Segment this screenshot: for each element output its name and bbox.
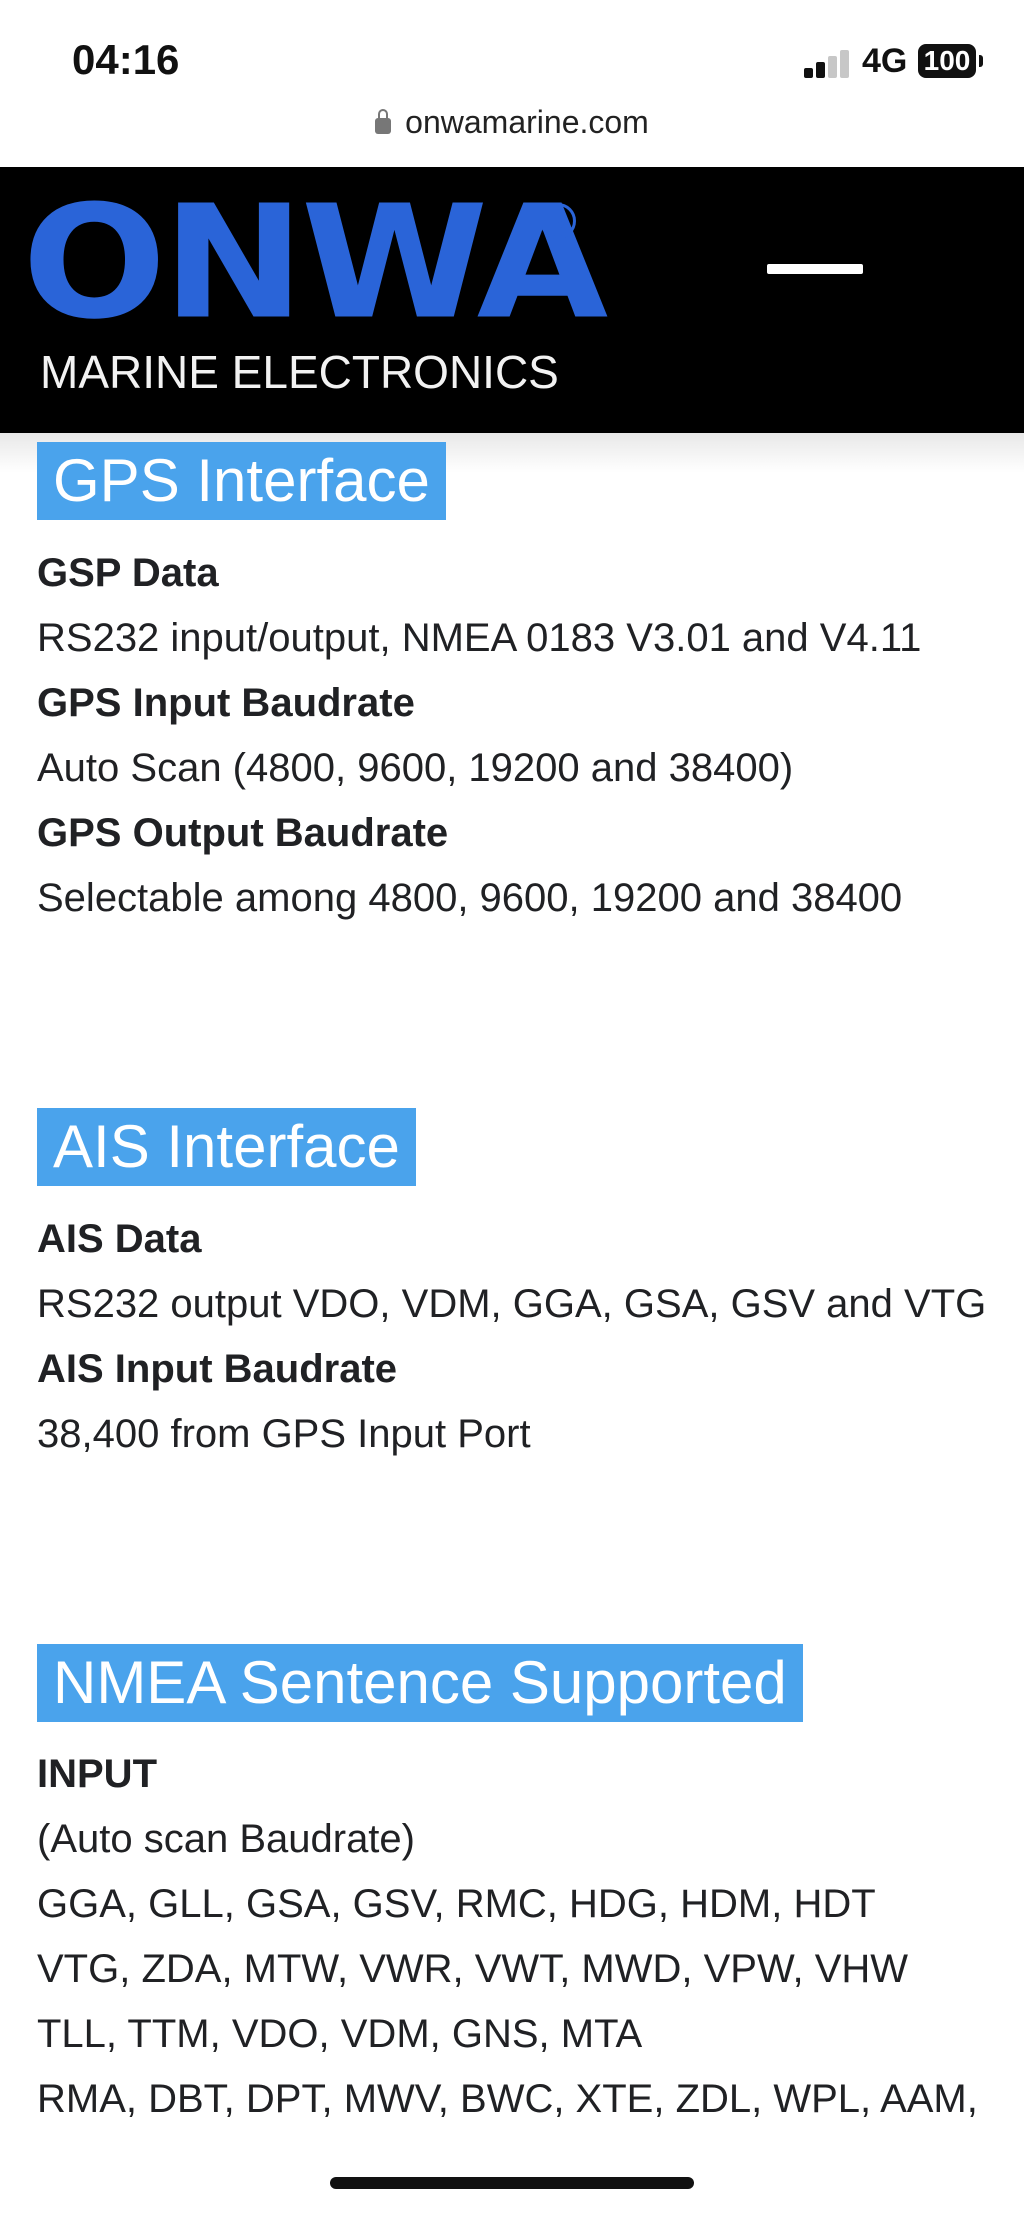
nmea-line: GGA, GLL, GSA, GSV, RMC, HDG, HDM, HDT — [37, 1882, 876, 1926]
spec-label: AIS Input Baudrate — [37, 1347, 398, 1391]
gps-spec-list: GSP Data RS232 input/output, NMEA 0183 V… — [37, 541, 997, 931]
nmea-section-title: NMEA Sentence Supported — [37, 1644, 803, 1722]
signal-icon — [804, 48, 850, 78]
home-indicator[interactable] — [330, 2177, 694, 2189]
spec-value: RS232 output VDO, VDM, GGA, GSA, GSV and… — [37, 1282, 987, 1326]
nmea-line: RMA, DBT, DPT, MWV, BWC, XTE, ZDL, WPL, … — [37, 2077, 978, 2121]
registered-mark-icon: R — [540, 203, 576, 239]
ais-section-title: AIS Interface — [37, 1108, 416, 1186]
spec-value: Selectable among 4800, 9600, 19200 and 3… — [37, 876, 903, 920]
input-label: INPUT — [37, 1752, 157, 1796]
url-text: onwamarine.com — [405, 104, 649, 140]
spec-label: AIS Data — [37, 1217, 202, 1261]
spec-value: 38,400 from GPS Input Port — [37, 1412, 531, 1456]
battery-tip — [979, 55, 983, 67]
nmea-line: VTG, ZDA, MTW, VWR, VWT, MWD, VPW, VHW — [37, 1947, 909, 1991]
spec-value: RS232 input/output, NMEA 0183 V3.01 and … — [37, 616, 922, 660]
spec-label: GPS Input Baudrate — [37, 681, 415, 725]
spec-label: GSP Data — [37, 551, 219, 595]
menu-icon[interactable] — [767, 264, 863, 274]
site-logo[interactable]: ONWA — [22, 185, 608, 341]
lock-icon — [375, 109, 392, 134]
site-header: ONWA R MARINE ELECTRONICS — [0, 167, 1024, 433]
status-bar: 04:16 4G 100 onwamarine.com — [0, 0, 1024, 140]
nmea-line: (Auto scan Baudrate) — [37, 1817, 415, 1861]
battery-icon: 100 — [918, 44, 976, 78]
logo-subtitle: MARINE ELECTRONICS — [40, 346, 559, 398]
ais-spec-list: AIS Data RS232 output VDO, VDM, GGA, GSA… — [37, 1207, 997, 1467]
address-bar[interactable]: onwamarine.com — [0, 104, 1024, 141]
spec-value: Auto Scan (4800, 9600, 19200 and 38400) — [37, 746, 794, 790]
status-time: 04:16 — [72, 36, 180, 83]
spec-label: GPS Output Baudrate — [37, 811, 449, 855]
nmea-spec-list: INPUT (Auto scan Baudrate) GGA, GLL, GSA… — [37, 1742, 997, 2132]
gps-section-title: GPS Interface — [37, 442, 446, 520]
network-type: 4G — [862, 42, 908, 80]
nmea-line: TLL, TTM, VDO, VDM, GNS, MTA — [37, 2012, 643, 2056]
